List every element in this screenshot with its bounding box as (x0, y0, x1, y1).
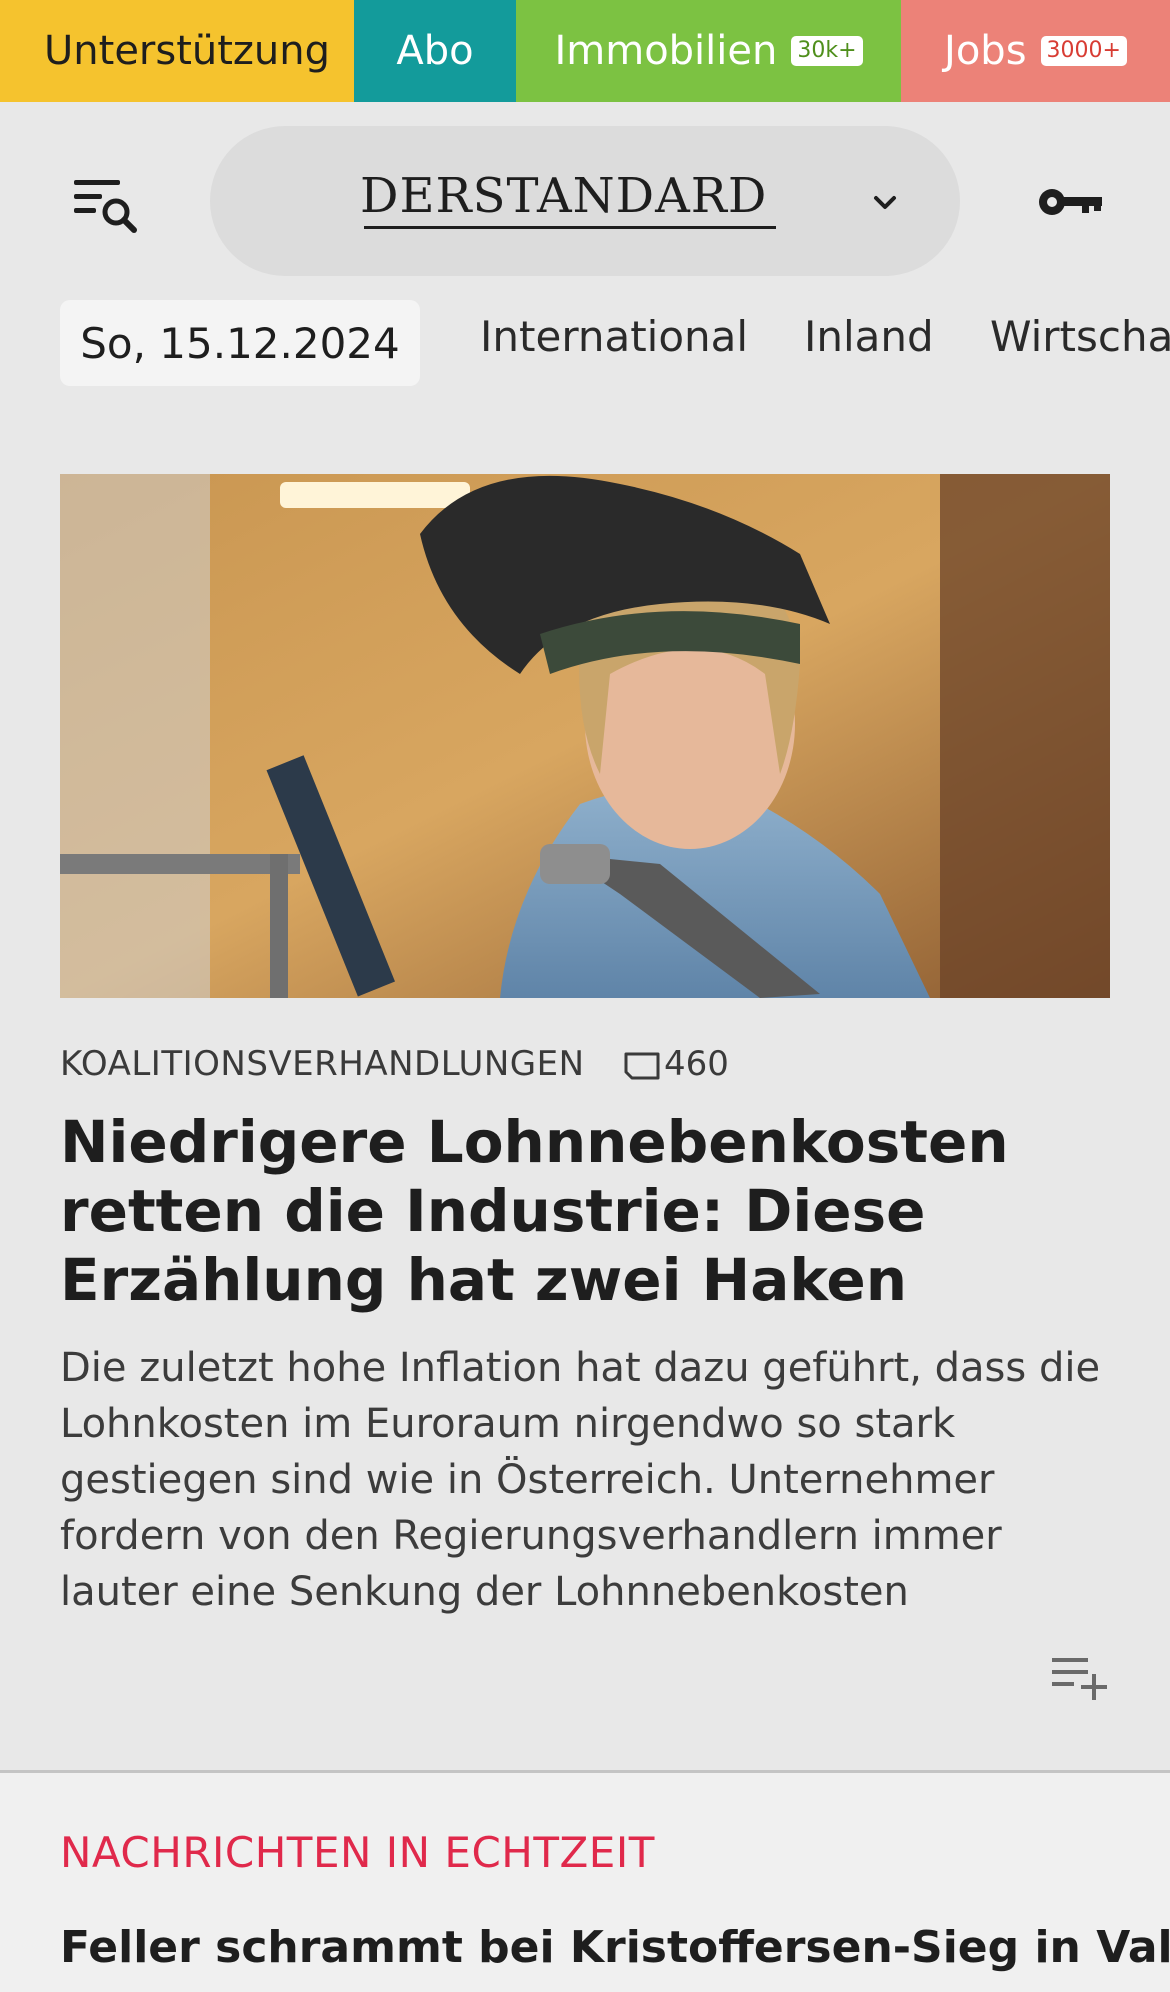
article-teaser[interactable]: Die zuletzt hohe Inflation hat dazu gefü… (60, 1340, 1120, 1620)
jobs-badge: 3000+ (1040, 36, 1127, 66)
abo-label: Abo (396, 28, 474, 74)
key-icon[interactable] (1036, 182, 1106, 222)
immobilien-badge: 30k+ (791, 36, 863, 66)
immobilien-label: Immobilien (554, 28, 778, 74)
playlist-add-icon[interactable] (1052, 1656, 1110, 1702)
article-image[interactable] (60, 474, 1110, 998)
abo-link[interactable]: Abo (354, 0, 516, 102)
immobilien-link[interactable]: Immobilien 30k+ (516, 0, 901, 102)
article-headline[interactable]: Niedrigere Lohnnebenkosten retten die In… (60, 1108, 1120, 1315)
support-link[interactable]: Unterstützung (0, 0, 354, 102)
chevron-down-icon[interactable] (870, 188, 900, 218)
date-chip[interactable]: So, 15.12.2024 (60, 300, 420, 386)
site-logo[interactable]: DERSTANDARD (360, 168, 767, 224)
nav-inland[interactable]: Inland (804, 312, 934, 361)
live-news-label[interactable]: NACHRICHTEN IN ECHTZEIT (60, 1828, 655, 1877)
live-news-headline[interactable]: Feller schrammt bei Kristoffersen-Sieg i… (60, 1922, 1170, 1973)
top-service-bar: Unterstützung Abo Immobilien 30k+ Jobs 3… (0, 0, 1170, 102)
comment-count[interactable]: 460 (664, 1044, 729, 1084)
comment-icon[interactable] (622, 1050, 662, 1082)
menu-search-icon[interactable] (72, 176, 142, 238)
jobs-link[interactable]: Jobs 3000+ (901, 0, 1170, 102)
nav-international[interactable]: International (480, 312, 748, 361)
support-label: Unterstützung (44, 28, 331, 74)
article-kicker[interactable]: KOALITIONSVERHANDLUNGEN (60, 1044, 585, 1084)
logo-underline (364, 226, 776, 229)
jobs-label: Jobs (944, 28, 1027, 74)
nav-wirtschaft[interactable]: Wirtscha (990, 312, 1170, 361)
section-nav: So, 15.12.2024 International Inland Wirt… (0, 290, 1170, 400)
